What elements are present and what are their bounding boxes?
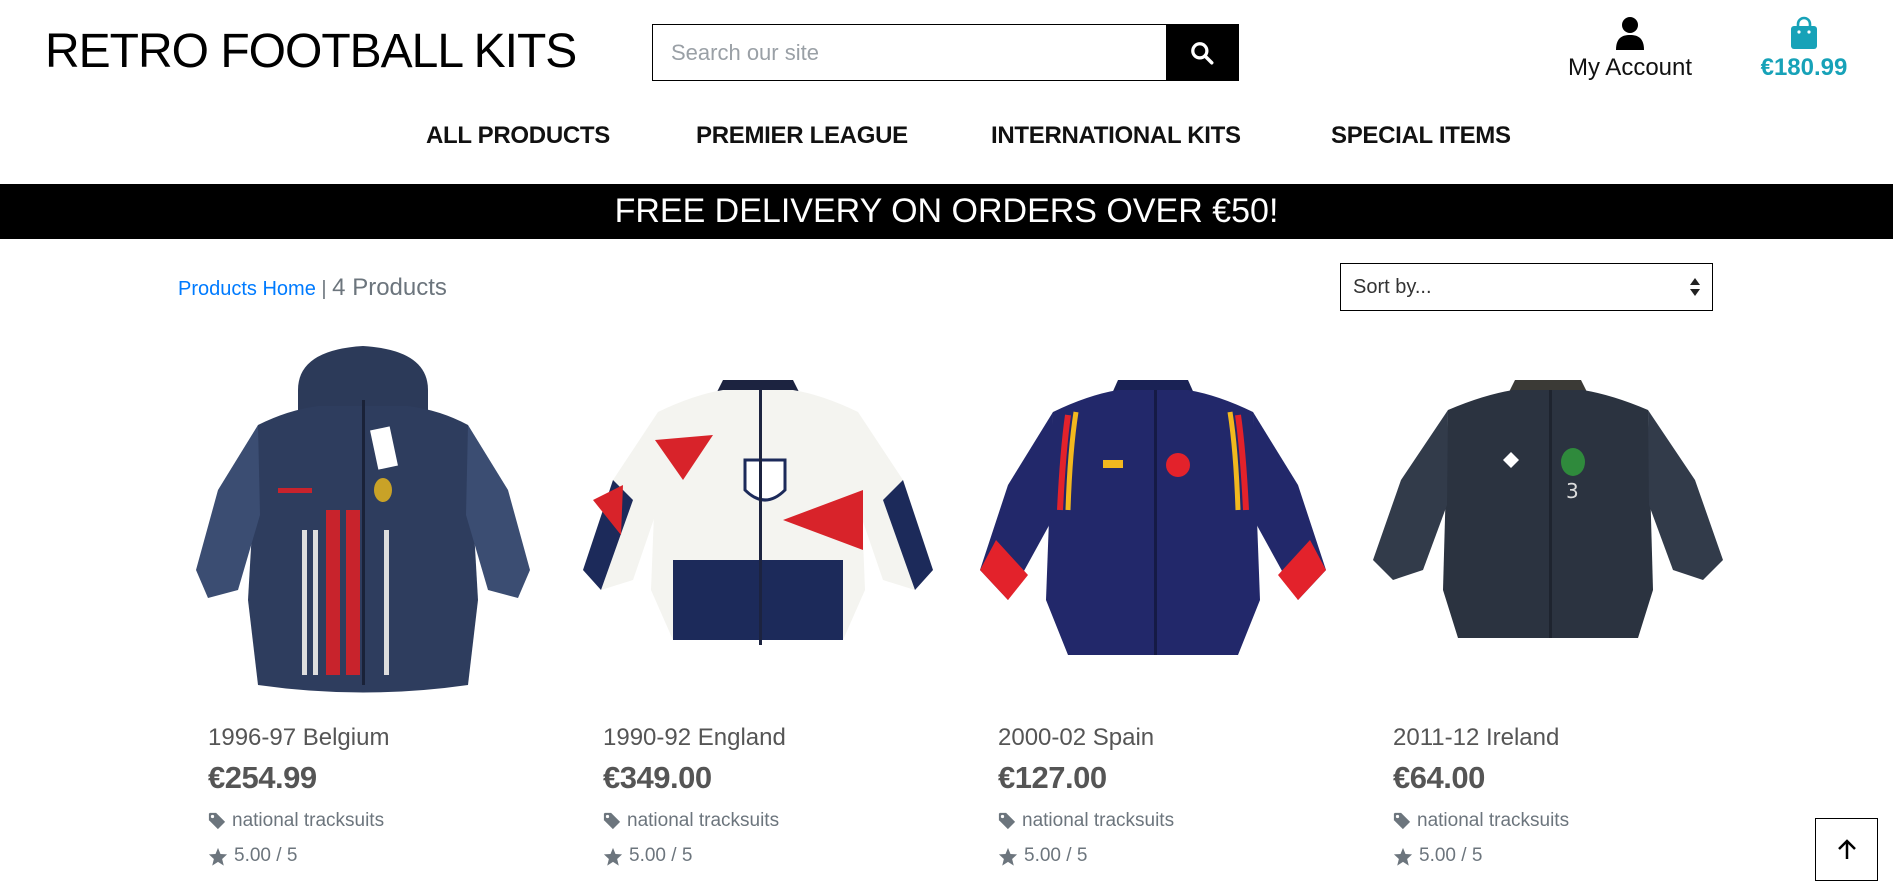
search-icon — [1191, 41, 1214, 64]
product-rating-value: 5.00 / 5 — [629, 845, 693, 866]
user-icon — [1616, 17, 1644, 50]
star-icon — [998, 847, 1018, 866]
main-nav: ALL PRODUCTS PREMIER LEAGUE INTERNATIONA… — [0, 122, 1893, 162]
product-category: national tracksuits — [1417, 810, 1570, 831]
nav-premier-league[interactable]: PREMIER LEAGUE — [696, 122, 908, 150]
search-input[interactable] — [653, 25, 1166, 80]
nav-special-items[interactable]: SPECIAL ITEMS — [1331, 122, 1511, 150]
product-name[interactable]: 1996-97 Belgium — [208, 724, 389, 752]
sort-select[interactable]: Sort by... — [1340, 263, 1713, 311]
nav-all-products[interactable]: ALL PRODUCTS — [426, 122, 610, 150]
arrow-up-icon — [1837, 838, 1856, 859]
product-price: €127.00 — [998, 760, 1107, 795]
select-arrows-icon — [1690, 278, 1700, 296]
product-rating-value: 5.00 / 5 — [1024, 845, 1088, 866]
delivery-banner: FREE DELIVERY ON ORDERS OVER €50! — [0, 184, 1893, 239]
sort-select-value: Sort by... — [1353, 275, 1432, 298]
tag-icon — [998, 812, 1016, 830]
product-image-ireland-jacket[interactable]: 3 — [1363, 340, 1733, 700]
site-logo[interactable]: RETRO FOOTBALL KITS — [45, 22, 577, 82]
products-home-link[interactable]: Products Home — [178, 278, 316, 300]
breadcrumb: Products Home | 4 Products — [178, 274, 447, 302]
product-category-link[interactable]: national tracksuits — [208, 810, 384, 832]
product-rating-value: 5.00 / 5 — [1419, 845, 1483, 866]
product-category-link[interactable]: national tracksuits — [1393, 810, 1569, 832]
svg-text:3: 3 — [1566, 479, 1579, 503]
product-category-link[interactable]: national tracksuits — [998, 810, 1174, 832]
product-name[interactable]: 2011-12 Ireland — [1393, 724, 1559, 752]
cart-total: €180.99 — [1760, 54, 1848, 81]
product-price: €64.00 — [1393, 760, 1485, 795]
my-account-link[interactable]: My Account — [1560, 16, 1700, 82]
product-name[interactable]: 2000-02 Spain — [998, 724, 1154, 752]
tag-icon — [208, 812, 226, 830]
tag-icon — [1393, 812, 1411, 830]
star-icon — [603, 847, 623, 866]
product-rating: 5.00 / 5 — [1393, 845, 1482, 867]
search-form — [652, 24, 1239, 81]
product-name[interactable]: 1990-92 England — [603, 724, 786, 752]
product-image-england-jacket[interactable] — [573, 340, 943, 700]
product-price: €349.00 — [603, 760, 712, 795]
back-to-top-button[interactable] — [1815, 818, 1878, 881]
product-rating-value: 5.00 / 5 — [234, 845, 298, 866]
my-account-label: My Account — [1567, 54, 1693, 81]
breadcrumb-separator: | — [321, 278, 327, 300]
product-count: 4 Products — [332, 274, 447, 301]
product-category: national tracksuits — [627, 810, 780, 831]
search-button[interactable] — [1166, 25, 1238, 80]
product-category-link[interactable]: national tracksuits — [603, 810, 779, 832]
product-category: national tracksuits — [232, 810, 385, 831]
star-icon — [1393, 847, 1413, 866]
product-rating: 5.00 / 5 — [998, 845, 1087, 867]
cart-link[interactable]: €180.99 — [1752, 16, 1856, 82]
nav-international-kits[interactable]: INTERNATIONAL KITS — [991, 122, 1241, 150]
shopping-bag-icon — [1791, 16, 1817, 49]
product-rating: 5.00 / 5 — [208, 845, 297, 867]
product-rating: 5.00 / 5 — [603, 845, 692, 867]
product-image-belgium-jacket[interactable] — [178, 340, 548, 700]
product-image-spain-jacket[interactable] — [968, 340, 1338, 700]
site-header: RETRO FOOTBALL KITS My Account €180.99 — [0, 0, 1893, 105]
product-price: €254.99 — [208, 760, 317, 795]
tag-icon — [603, 812, 621, 830]
star-icon — [208, 847, 228, 866]
product-category: national tracksuits — [1022, 810, 1175, 831]
